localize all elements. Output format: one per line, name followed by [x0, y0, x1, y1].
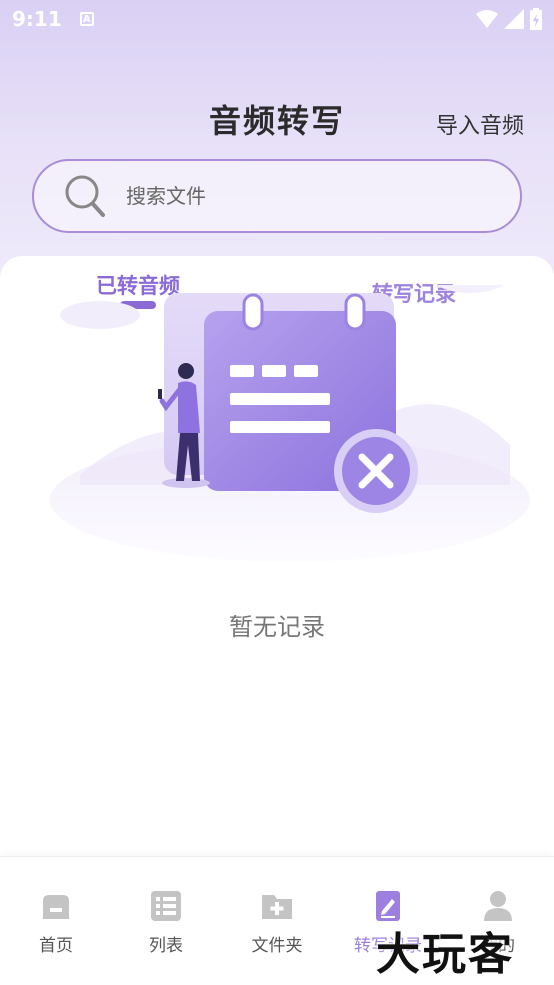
nav-label-folder: 文件夹 [251, 936, 303, 956]
nav-label-list: 列表 [149, 936, 183, 956]
nav-item-home[interactable]: 首页 [16, 889, 96, 956]
empty-state-message: 暂无记录 [229, 613, 325, 641]
empty-state-illustration [50, 285, 530, 562]
status-icons [476, 8, 542, 30]
home-icon [43, 895, 69, 919]
signal-icon [504, 9, 524, 29]
search-icon [65, 175, 105, 217]
notification-icon: A [79, 12, 94, 26]
battery-icon [530, 8, 542, 30]
status-time: 9:11 [12, 7, 62, 31]
wifi-icon [476, 10, 498, 28]
nav-item-list[interactable]: 列表 [126, 889, 206, 956]
search-bar[interactable] [32, 159, 522, 233]
status-bar: 9:11 A [0, 0, 554, 38]
search-input[interactable] [126, 184, 466, 208]
list-icon [151, 891, 181, 921]
import-audio-button[interactable]: 导入音频 [436, 108, 524, 140]
nav-label-home: 首页 [39, 936, 73, 956]
nav-item-folder[interactable]: 文件夹 [237, 889, 317, 956]
watermark-logo: 大玩客 [376, 929, 514, 980]
folder-add-icon [262, 895, 292, 919]
